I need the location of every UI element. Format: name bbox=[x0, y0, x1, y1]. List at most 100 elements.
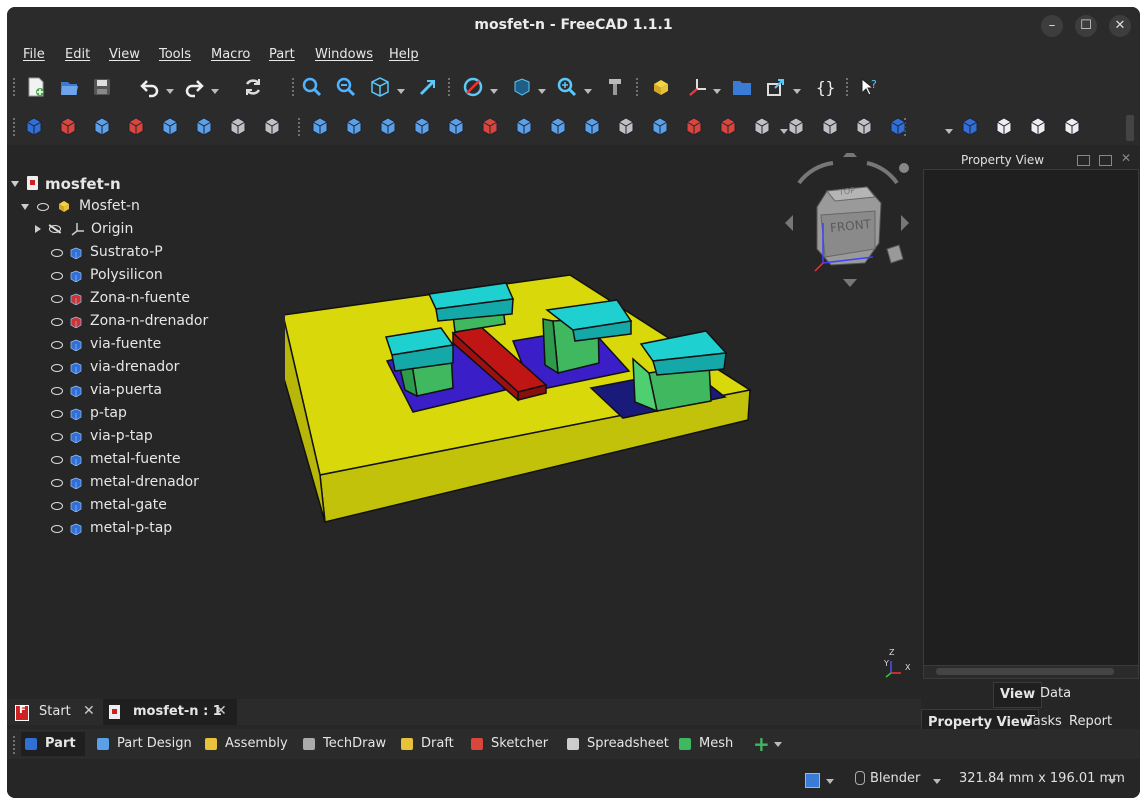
menu-edit[interactable]: Edit bbox=[65, 47, 90, 62]
undo-dropdown-icon[interactable] bbox=[166, 89, 174, 94]
isometric-view-icon[interactable] bbox=[369, 76, 391, 98]
visibility-eye-icon[interactable] bbox=[51, 456, 63, 464]
part-make-face-icon[interactable] bbox=[479, 115, 501, 137]
link-icon[interactable] bbox=[765, 76, 787, 98]
maximize-button[interactable]: ☐ bbox=[1075, 15, 1097, 37]
nav-down-arrow-icon[interactable] bbox=[843, 279, 857, 287]
property-scrollbar[interactable] bbox=[923, 665, 1139, 679]
part-cut-icon[interactable] bbox=[993, 115, 1015, 137]
bounding-box-icon[interactable] bbox=[510, 76, 532, 98]
whats-this-icon[interactable]: ? bbox=[858, 76, 880, 98]
navigation-cube[interactable]: FRONT TOP bbox=[783, 149, 917, 293]
part-primitives-icon[interactable] bbox=[227, 115, 249, 137]
part-sphere-icon[interactable] bbox=[91, 115, 113, 137]
measure-icon[interactable] bbox=[604, 76, 626, 98]
menu-file[interactable]: File bbox=[23, 47, 45, 62]
part-fillet-icon[interactable] bbox=[411, 115, 433, 137]
part-fuse-icon[interactable] bbox=[1027, 115, 1049, 137]
nav-style-label[interactable]: Blender bbox=[870, 771, 920, 786]
toolbar-grip[interactable] bbox=[297, 117, 301, 137]
part-loft-icon[interactable] bbox=[547, 115, 569, 137]
part-chamfer-icon[interactable] bbox=[445, 115, 467, 137]
minimize-button[interactable]: – bbox=[1041, 15, 1063, 37]
visibility-eye-icon[interactable] bbox=[51, 387, 63, 395]
menu-macro[interactable]: Macro bbox=[211, 47, 250, 62]
part-mirror-icon[interactable] bbox=[377, 115, 399, 137]
part-body-icon[interactable] bbox=[650, 76, 672, 98]
nav-menu-icon[interactable] bbox=[899, 163, 909, 173]
part-cross-sections-icon[interactable] bbox=[649, 115, 671, 137]
visibility-eye-icon[interactable] bbox=[51, 410, 63, 418]
draw-style-dropdown-icon[interactable] bbox=[490, 89, 498, 94]
toolbar-grip[interactable] bbox=[12, 77, 16, 97]
axis-cross-icon[interactable] bbox=[687, 76, 709, 98]
workbench-tab-techdraw[interactable]: TechDraw bbox=[299, 732, 389, 756]
menu-part[interactable]: Part bbox=[269, 47, 295, 62]
menu-windows[interactable]: Windows bbox=[315, 47, 373, 62]
toolbar-grip[interactable] bbox=[12, 117, 16, 137]
part-defeaturing-icon[interactable] bbox=[887, 115, 909, 137]
save-icon[interactable] bbox=[91, 76, 113, 98]
float-panel-icon[interactable] bbox=[1077, 155, 1090, 166]
part-check-geometry-icon[interactable] bbox=[853, 115, 875, 137]
offset-dropdown-icon[interactable] bbox=[780, 129, 788, 134]
close-window-button[interactable]: ✕ bbox=[1109, 15, 1131, 37]
visibility-eye-icon[interactable] bbox=[51, 341, 63, 349]
part-thickness-icon[interactable] bbox=[717, 115, 739, 137]
part-color-per-face-icon[interactable] bbox=[785, 115, 807, 137]
visibility-eye-icon[interactable] bbox=[51, 364, 63, 372]
nav-left-arrow-icon[interactable] bbox=[785, 215, 793, 231]
macro-braces-icon[interactable]: {} bbox=[813, 76, 835, 98]
workbench-tab-assembly[interactable]: Assembly bbox=[201, 732, 291, 756]
redo-dropdown-icon[interactable] bbox=[211, 89, 219, 94]
sync-view-icon[interactable] bbox=[417, 76, 439, 98]
axis-dropdown-icon[interactable] bbox=[713, 89, 721, 94]
part-sweep-icon[interactable] bbox=[581, 115, 603, 137]
hidden-eye-icon[interactable] bbox=[48, 224, 62, 234]
part-torus-icon[interactable] bbox=[159, 115, 181, 137]
workbench-tab-draft[interactable]: Draft bbox=[397, 732, 457, 756]
new-document-icon[interactable] bbox=[25, 76, 47, 98]
display-mode-dropdown-icon[interactable] bbox=[826, 779, 834, 784]
visibility-eye-icon[interactable] bbox=[51, 318, 63, 326]
expand-arrow-icon[interactable] bbox=[21, 204, 29, 210]
fit-selection-icon[interactable] bbox=[335, 76, 357, 98]
nav-up-arrow-icon[interactable] bbox=[843, 149, 857, 157]
close-panel-icon[interactable]: ✕ bbox=[1121, 151, 1131, 165]
toolbar-grip[interactable] bbox=[12, 735, 16, 755]
add-workbench-icon[interactable]: + bbox=[753, 733, 770, 755]
expand-arrow-icon[interactable] bbox=[11, 181, 19, 187]
nav-cube-mini-icon[interactable] bbox=[886, 244, 904, 264]
nav-right-arrow-icon[interactable] bbox=[901, 215, 909, 231]
refresh-icon[interactable] bbox=[242, 76, 264, 98]
part-projection-icon[interactable] bbox=[751, 115, 773, 137]
visibility-eye-icon[interactable] bbox=[51, 272, 63, 280]
draw-style-icon[interactable] bbox=[462, 76, 484, 98]
visibility-eye-icon[interactable] bbox=[37, 203, 49, 211]
visibility-eye-icon[interactable] bbox=[51, 502, 63, 510]
part-extrude-icon[interactable] bbox=[309, 115, 331, 137]
visibility-eye-icon[interactable] bbox=[51, 479, 63, 487]
compound-dropdown-icon[interactable] bbox=[945, 129, 953, 134]
toolbar-grip[interactable] bbox=[291, 77, 295, 97]
open-document-icon[interactable] bbox=[58, 76, 80, 98]
part-cylinder-icon[interactable] bbox=[57, 115, 79, 137]
toolbar-grip[interactable] bbox=[447, 77, 451, 97]
part-common-icon[interactable] bbox=[1061, 115, 1083, 137]
workbench-tab-spreadsheet[interactable]: Spreadsheet bbox=[563, 732, 669, 756]
link-dropdown-icon[interactable] bbox=[793, 89, 801, 94]
part-cube-icon[interactable] bbox=[23, 115, 45, 137]
undo-icon[interactable] bbox=[139, 76, 161, 98]
collapse-arrow-icon[interactable] bbox=[35, 225, 41, 233]
display-mode-icon[interactable] bbox=[805, 773, 820, 788]
toolbar-grip[interactable] bbox=[845, 77, 849, 97]
zoom-dropdown-icon[interactable] bbox=[584, 89, 592, 94]
add-workbench-dropdown-icon[interactable] bbox=[774, 742, 782, 747]
group-folder-icon[interactable] bbox=[731, 76, 753, 98]
units-dropdown-icon[interactable] bbox=[1108, 779, 1116, 784]
toolbar-overflow-handle[interactable] bbox=[1126, 115, 1134, 141]
visibility-eye-icon[interactable] bbox=[51, 295, 63, 303]
part-ruled-surface-icon[interactable] bbox=[513, 115, 535, 137]
part-shape-builder-icon[interactable] bbox=[261, 115, 283, 137]
visibility-eye-icon[interactable] bbox=[51, 525, 63, 533]
